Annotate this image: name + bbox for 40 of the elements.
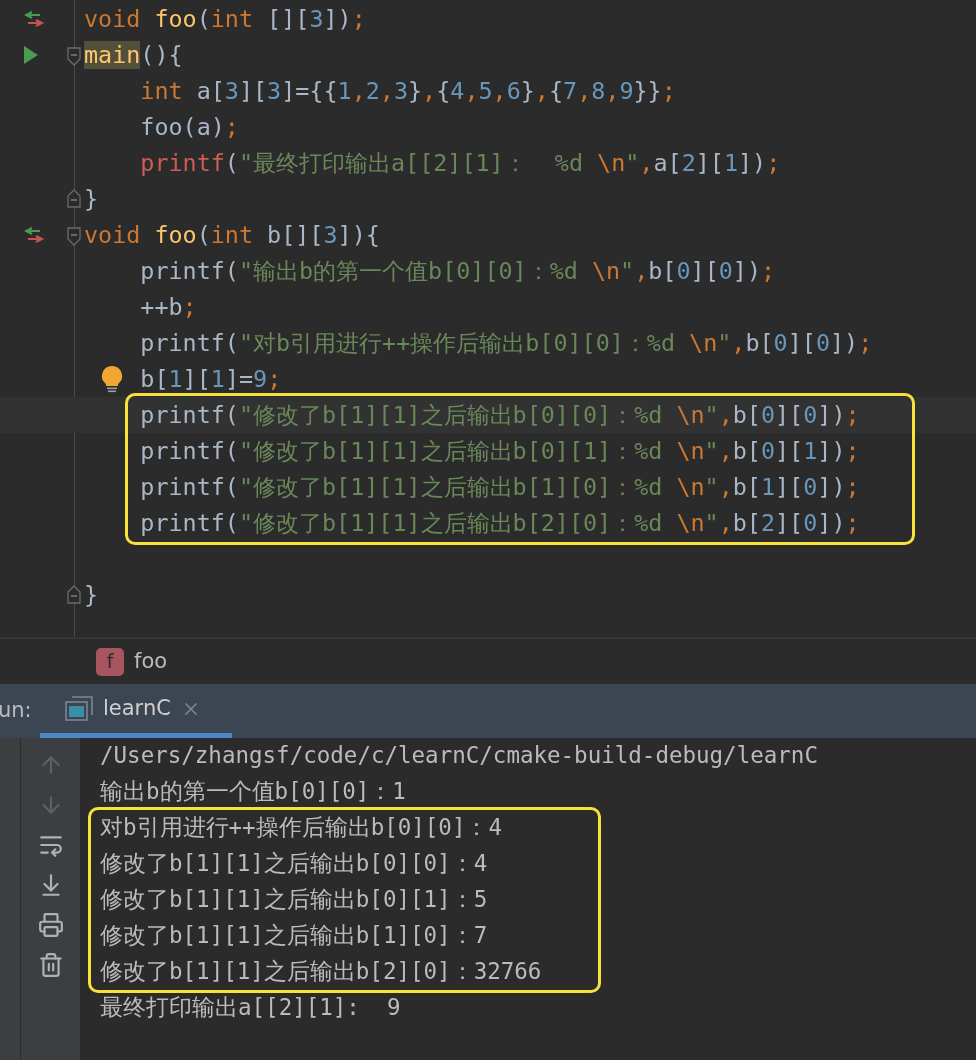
code-line: printf("最终打印输出a[[2][1]： %d \n",a[2][1]); [140, 148, 781, 179]
code-line: printf("修改了b[1][1]之后输出b[1][0]：%d \n",b[1][0]); [140, 472, 860, 503]
tab-label: learnC [103, 694, 171, 722]
output-line: 输出b的第一个值b[0][0]：1 [100, 777, 406, 807]
override-arrows-icon[interactable] [24, 225, 46, 245]
function-icon: f [96, 647, 124, 676]
fold-icon[interactable] [67, 227, 81, 247]
code-line: b[1][1]=9; [140, 364, 282, 395]
code-line: printf("修改了b[1][1]之后输出b[0][1]：%d \n",b[0][1]); [140, 436, 860, 467]
output-line: 最终打印输出a[[2][1]: 9 [100, 993, 401, 1023]
output-line: /Users/zhangsf/code/c/learnC/cmake-build-debug/learnC [100, 741, 818, 771]
output-line: 修改了b[1][1]之后输出b[1][0]：7 [100, 921, 488, 951]
code-line: } [84, 580, 99, 611]
code-line: printf("输出b的第一个值b[0][0]：%d \n",b[0][0]); [140, 256, 776, 287]
code-line: printf("修改了b[1][1]之后输出b[0][0]：%d \n",b[0][0]); [140, 400, 860, 431]
code-editor[interactable] [0, 0, 976, 638]
breadcrumb-item[interactable]: foo [134, 645, 168, 678]
code-line: printf("修改了b[1][1]之后输出b[2][0]：%d \n",b[2][0]); [140, 508, 860, 539]
code-line: int a[3][3]={{1,2,3},{4,5,6},{7,8,9}}; [140, 76, 676, 107]
run-icon[interactable] [23, 45, 39, 65]
lightbulb-icon[interactable] [101, 365, 123, 393]
code-line: printf("对b引用进行++操作后输出b[0][0]：%d \n",b[0][0]); [140, 328, 873, 359]
code-line: void foo(int [][3]); [84, 4, 366, 35]
code-line: foo(a); [140, 112, 239, 143]
print-icon[interactable] [37, 912, 64, 938]
console-icon [65, 695, 93, 722]
fold-icon[interactable] [67, 584, 81, 604]
code-line: void foo(int b[][3]){ [84, 220, 380, 251]
trash-icon[interactable] [37, 952, 64, 978]
fold-icon[interactable] [67, 188, 81, 208]
code-line: } [84, 184, 99, 215]
fold-icon[interactable] [67, 47, 81, 67]
output-line: 修改了b[1][1]之后输出b[0][0]：4 [100, 849, 488, 879]
code-line: ++b; [140, 292, 197, 323]
code-line: main(){ [84, 40, 183, 71]
output-line: 修改了b[1][1]之后输出b[2][0]：32766 [100, 957, 542, 987]
output-line: 对b引用进行++操作后输出b[0][0]：4 [100, 813, 502, 843]
override-arrows-icon[interactable] [24, 9, 46, 29]
panel-title: un: [0, 697, 33, 725]
output-line: 修改了b[1][1]之后输出b[0][1]：5 [100, 885, 488, 915]
